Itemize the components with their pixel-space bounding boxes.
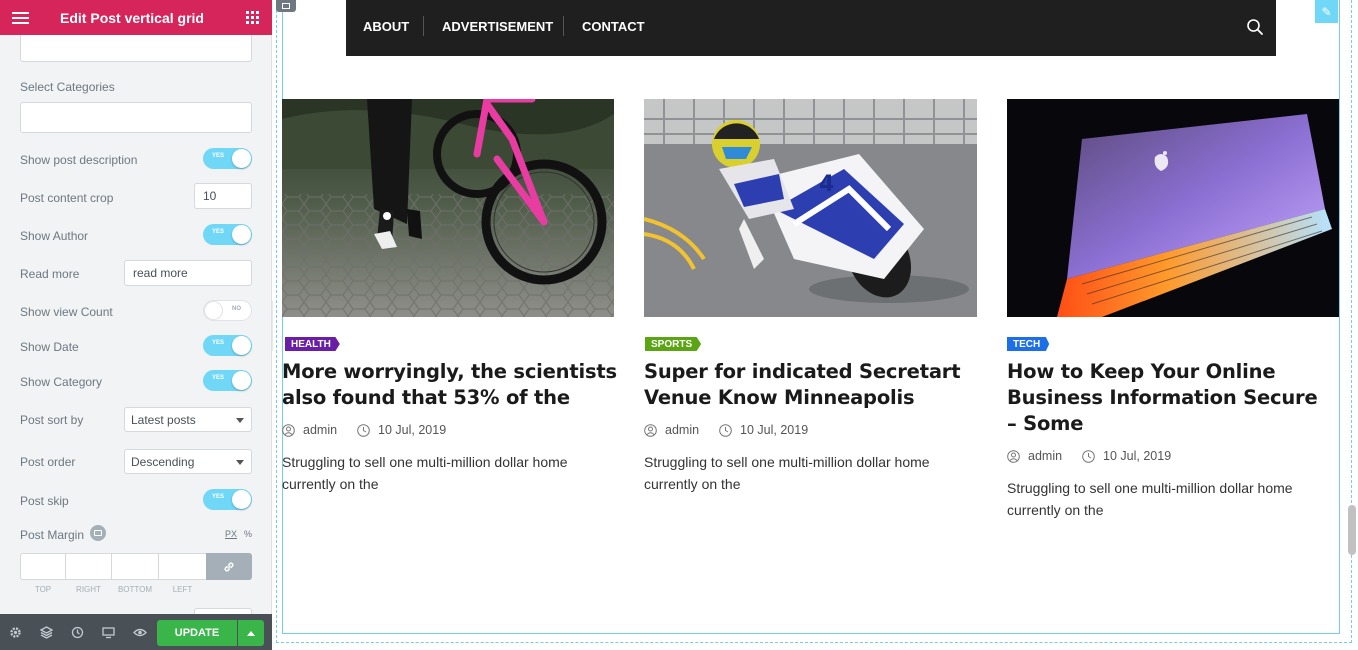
toggle-yes-text: YES <box>212 375 225 381</box>
page-scrollbar[interactable] <box>1348 505 1356 555</box>
top-navigation: ABOUT ADVERTISEMENT CONTACT <box>346 0 1276 56</box>
read-more-input[interactable]: read more <box>124 260 252 286</box>
margin-top-caption: TOP <box>34 585 52 594</box>
edit-pencil-icon[interactable]: ✎ <box>1315 0 1338 23</box>
toggle-yes-text: YES <box>212 229 225 235</box>
post-order-value: Descending <box>131 454 195 469</box>
category-badge-sports[interactable]: SPORTS <box>645 337 702 351</box>
nav-about[interactable]: ABOUT <box>363 19 409 34</box>
post-skip-label: Post skip <box>20 494 69 508</box>
post-order-label: Post order <box>20 455 76 469</box>
margin-right-caption: RIGHT <box>76 585 101 594</box>
post-sort-by-select[interactable]: Latest posts <box>124 407 252 432</box>
post-image-laptop[interactable] <box>1007 99 1339 317</box>
select-categories-input[interactable] <box>20 102 252 133</box>
editor-panel: Edit Post vertical grid Select Categorie… <box>0 0 272 650</box>
post-author[interactable]: admin <box>303 423 337 437</box>
responsive-icon[interactable] <box>93 614 124 650</box>
post-title[interactable]: How to Keep Your Online Business Informa… <box>1007 359 1327 437</box>
category-badge-health[interactable]: HEALTH <box>285 337 340 351</box>
post-image-bicycle[interactable] <box>282 99 614 317</box>
unit-px[interactable]: PX <box>225 529 237 539</box>
show-post-description-label: Show post description <box>20 153 138 167</box>
post-title[interactable]: More worryingly, the scientists also fou… <box>282 359 617 411</box>
show-category-toggle[interactable]: YES <box>203 370 252 391</box>
user-icon <box>282 423 295 437</box>
toggle-yes-text: YES <box>212 494 225 500</box>
select-categories-label: Select Categories <box>20 80 115 94</box>
show-author-label: Show Author <box>20 229 89 243</box>
post-excerpt: Struggling to sell one multi-million dol… <box>282 454 568 492</box>
search-icon[interactable] <box>1246 18 1264 36</box>
read-more-label: Read more <box>20 267 80 281</box>
chevron-down-icon <box>236 460 244 465</box>
margin-left-input[interactable] <box>158 553 207 580</box>
post-content-crop-label: Post content crop <box>20 191 114 205</box>
save-options-arrow-icon[interactable] <box>238 620 264 646</box>
clock-icon <box>1082 449 1095 463</box>
post-excerpt: Struggling to sell one multi-million dol… <box>644 454 930 492</box>
post-meta: admin 10 Jul, 2019 <box>282 423 446 437</box>
nav-divider <box>563 16 564 36</box>
post-author[interactable]: admin <box>665 423 699 437</box>
post-margin-label: Post Margin <box>20 528 85 542</box>
chevron-down-icon <box>236 418 244 423</box>
nav-advertisement[interactable]: ADVERTISEMENT <box>442 19 553 34</box>
post-date: 10 Jul, 2019 <box>378 423 447 437</box>
user-icon <box>1007 449 1020 463</box>
panel-title: Edit Post vertical grid <box>60 9 204 26</box>
margin-top-input[interactable] <box>20 553 66 580</box>
post-excerpt: Struggling to sell one multi-million dol… <box>1007 480 1293 518</box>
post-image-motorcycle[interactable]: 4 <box>644 99 977 317</box>
post-meta: admin 10 Jul, 2019 <box>1007 449 1171 463</box>
preview-eye-icon[interactable] <box>124 614 155 650</box>
panel-header: Edit Post vertical grid <box>0 0 272 35</box>
panel-footer: UPDATE <box>0 614 272 650</box>
show-date-toggle[interactable]: YES <box>203 335 252 356</box>
history-icon[interactable] <box>62 614 93 650</box>
post-sort-by-value: Latest posts <box>131 412 196 427</box>
show-category-label: Show Category <box>20 375 103 389</box>
user-icon <box>644 423 657 437</box>
svg-text:4: 4 <box>819 172 834 197</box>
layers-icon[interactable] <box>31 614 62 650</box>
update-button[interactable]: UPDATE <box>157 620 237 646</box>
menu-hamburger-icon[interactable] <box>0 0 40 35</box>
toggle-yes-text: YES <box>212 340 225 346</box>
post-skip-toggle[interactable]: YES <box>203 489 252 510</box>
section-handle-icon[interactable] <box>276 0 296 12</box>
show-date-label: Show Date <box>20 340 79 354</box>
post-date: 10 Jul, 2019 <box>740 423 809 437</box>
show-post-description-toggle[interactable]: YES <box>203 148 252 169</box>
nav-contact[interactable]: CONTACT <box>582 19 645 34</box>
nav-divider <box>423 16 424 36</box>
top-partial-input[interactable] <box>20 35 252 62</box>
show-view-count-label: Show view Count <box>20 305 113 319</box>
clock-icon <box>357 423 370 437</box>
settings-icon[interactable] <box>0 614 31 650</box>
margin-bottom-input[interactable] <box>111 553 159 580</box>
link-values-icon[interactable] <box>206 553 252 580</box>
post-content-crop-input[interactable]: 10 <box>194 183 252 209</box>
post-date: 10 Jul, 2019 <box>1103 449 1172 463</box>
post-author[interactable]: admin <box>1028 449 1062 463</box>
responsive-desktop-icon[interactable] <box>90 525 106 541</box>
margin-bottom-caption: BOTTOM <box>117 585 153 594</box>
post-sort-by-label: Post sort by <box>20 413 84 427</box>
show-author-toggle[interactable]: YES <box>203 224 252 245</box>
toggle-yes-text: YES <box>212 153 225 159</box>
category-badge-tech[interactable]: TECH <box>1007 337 1050 351</box>
show-view-count-toggle[interactable]: NO <box>203 300 252 321</box>
panel-controls: Select Categories Show post description … <box>0 35 272 614</box>
toggle-no-text: NO <box>232 306 241 312</box>
post-title[interactable]: Super for indicated Secretart Venue Know… <box>644 359 979 411</box>
widgets-grid-icon[interactable] <box>232 0 272 35</box>
unit-percent[interactable]: % <box>244 529 252 539</box>
clock-icon <box>719 423 732 437</box>
preview-canvas <box>273 0 1358 650</box>
margin-left-caption: LEFT <box>172 585 193 594</box>
post-meta: admin 10 Jul, 2019 <box>644 423 808 437</box>
post-order-select[interactable]: Descending <box>124 449 252 474</box>
margin-right-input[interactable] <box>65 553 112 580</box>
